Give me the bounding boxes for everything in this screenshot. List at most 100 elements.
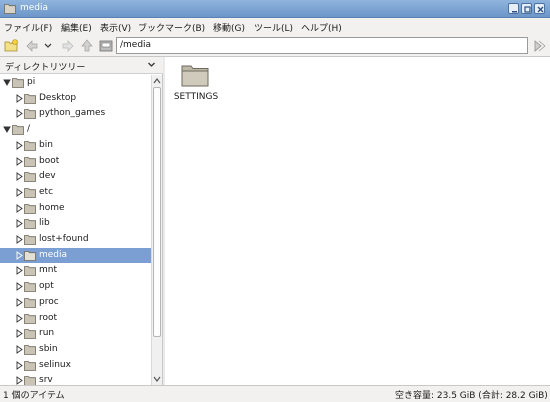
menu-bookmarks[interactable]: ブックマーク(B) — [138, 21, 205, 34]
folder-icon — [24, 251, 36, 261]
folder-icon — [24, 314, 36, 324]
tree-item-label: run — [39, 328, 55, 338]
folder-icon — [24, 219, 36, 229]
up-icon[interactable] — [80, 38, 94, 54]
tree-item-label: proc — [39, 297, 59, 307]
folder-icon — [24, 141, 36, 151]
menu-bar: ファイル(F) 編集(E) 表示(V) ブックマーク(B) 移動(G) ツール(… — [0, 18, 550, 35]
expander-arrow-icon[interactable] — [15, 329, 23, 338]
minimize-button[interactable] — [508, 3, 519, 14]
tree-item[interactable]: media — [0, 248, 151, 263]
tree-item[interactable]: home — [0, 201, 151, 216]
folder-icon — [24, 298, 36, 308]
tree-scrollbar[interactable] — [151, 75, 162, 385]
menu-go[interactable]: 移動(G) — [213, 21, 245, 34]
pane-header-label: ディレクトリツリー — [5, 63, 86, 73]
tree-item[interactable]: lib — [0, 216, 151, 231]
go-icon[interactable] — [532, 38, 546, 54]
expander-arrow-icon[interactable] — [15, 376, 23, 385]
tree-item[interactable]: boot — [0, 154, 151, 169]
forward-icon[interactable] — [61, 38, 75, 54]
tree-item[interactable]: python_games — [0, 106, 151, 121]
side-pane: ディレクトリツリー pi Desktop python_games / bin boot d… — [0, 57, 163, 385]
folder-icon — [24, 188, 36, 198]
tree-item-label: mnt — [39, 265, 57, 275]
folder-item[interactable]: SETTINGS — [170, 63, 222, 107]
expander-arrow-icon[interactable] — [15, 172, 23, 181]
tree-item[interactable]: etc — [0, 185, 151, 200]
tree-item-label: srv — [39, 375, 53, 385]
expander-arrow-icon[interactable] — [15, 314, 23, 323]
expander-arrow-icon[interactable] — [15, 141, 23, 150]
scrollbar-thumb[interactable] — [153, 87, 161, 337]
expander-arrow-icon[interactable] — [15, 345, 23, 354]
directory-tree[interactable]: pi Desktop python_games / bin boot dev etc home l… — [0, 75, 151, 385]
tree-item[interactable]: Desktop — [0, 91, 151, 106]
scroll-down-icon[interactable] — [153, 375, 161, 383]
expander-arrow-icon[interactable] — [15, 94, 23, 103]
tree-item[interactable]: / — [0, 122, 151, 137]
tree-item[interactable]: lost+found — [0, 232, 151, 247]
folder-icon — [12, 78, 24, 88]
expander-arrow-icon[interactable] — [15, 157, 23, 166]
tree-item-label: media — [39, 250, 68, 260]
folder-icon — [4, 4, 16, 14]
folder-icon — [24, 329, 36, 339]
expander-arrow-icon[interactable] — [15, 219, 23, 228]
expander-arrow-icon[interactable] — [15, 204, 23, 213]
expander-arrow-icon[interactable] — [15, 298, 23, 307]
folder-icon — [24, 361, 36, 371]
tree-item-label: / — [27, 124, 31, 134]
pane-mode-selector[interactable]: ディレクトリツリー — [0, 57, 163, 74]
location-bar[interactable]: /media — [116, 37, 528, 54]
maximize-button[interactable] — [521, 3, 532, 14]
close-icon — [537, 6, 544, 13]
folder-icon — [24, 235, 36, 245]
scroll-up-icon[interactable] — [153, 77, 161, 85]
tree-item[interactable]: mnt — [0, 263, 151, 278]
back-icon[interactable] — [25, 38, 39, 54]
expanded-arrow-icon[interactable] — [3, 125, 11, 134]
expander-arrow-icon[interactable] — [15, 235, 23, 244]
tree-item-label: lost+found — [39, 234, 89, 244]
tree-item[interactable]: selinux — [0, 358, 151, 373]
expander-arrow-icon[interactable] — [15, 188, 23, 197]
menu-file[interactable]: ファイル(F) — [4, 21, 52, 34]
folder-icon — [24, 282, 36, 292]
tree-item-label: lib — [39, 218, 50, 228]
menu-edit[interactable]: 編集(E) — [61, 21, 92, 34]
tree-item[interactable]: pi — [0, 75, 151, 90]
tree-item[interactable]: sbin — [0, 342, 151, 357]
folder-view[interactable]: SETTINGS — [165, 57, 550, 385]
close-button[interactable] — [534, 3, 545, 14]
tree-item[interactable]: dev — [0, 169, 151, 184]
folder-icon — [24, 94, 36, 104]
chevron-down-icon[interactable] — [147, 60, 156, 69]
expander-arrow-icon[interactable] — [15, 282, 23, 291]
menu-tools[interactable]: ツール(L) — [254, 21, 293, 34]
history-dropdown-icon[interactable] — [43, 38, 53, 54]
expanded-arrow-icon[interactable] — [3, 78, 11, 87]
folder-icon — [24, 376, 36, 385]
tree-item[interactable]: opt — [0, 279, 151, 294]
menu-help[interactable]: ヘルプ(H) — [301, 21, 342, 34]
toolbar: /media — [0, 35, 550, 57]
new-tab-icon[interactable] — [4, 38, 18, 54]
tree-item[interactable]: root — [0, 311, 151, 326]
title-bar[interactable]: media — [0, 0, 550, 18]
tree-item[interactable]: proc — [0, 295, 151, 310]
tree-item[interactable]: run — [0, 326, 151, 341]
tree-item-label: dev — [39, 171, 56, 181]
tree-item[interactable]: bin — [0, 138, 151, 153]
expander-arrow-icon[interactable] — [15, 109, 23, 118]
expander-arrow-icon[interactable] — [15, 266, 23, 275]
tree-item-label: sbin — [39, 344, 58, 354]
expander-arrow-icon[interactable] — [15, 251, 23, 260]
folder-item-label: SETTINGS — [173, 92, 219, 102]
tree-item[interactable]: srv — [0, 373, 151, 385]
menu-view[interactable]: 表示(V) — [100, 21, 131, 34]
home-icon[interactable] — [99, 38, 113, 54]
tree-item-label: boot — [39, 156, 60, 166]
tree-item-label: pi — [27, 77, 36, 87]
expander-arrow-icon[interactable] — [15, 361, 23, 370]
